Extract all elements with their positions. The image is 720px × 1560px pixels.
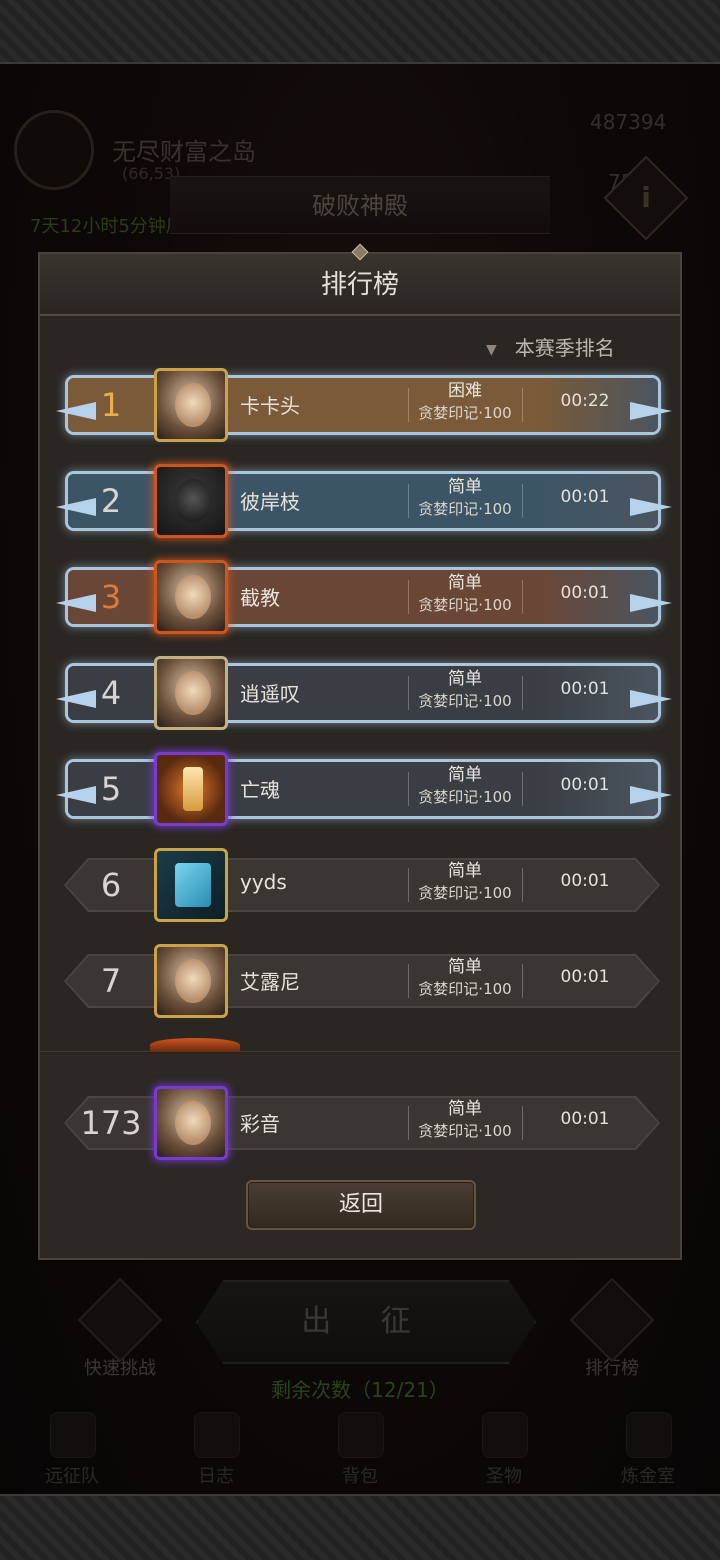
greed-mark-label: 贪婪印记·100 bbox=[418, 980, 512, 998]
player-avatar[interactable] bbox=[154, 368, 228, 442]
greed-mark-label: 贪婪印记·100 bbox=[418, 1122, 512, 1140]
player-avatar[interactable] bbox=[154, 560, 228, 634]
portrait-face bbox=[175, 575, 211, 619]
difficulty-label: 简单 bbox=[448, 957, 482, 977]
rank-number: 7 bbox=[100, 962, 122, 1000]
clear-time: 00:01 bbox=[560, 967, 610, 987]
clear-time: 00:01 bbox=[560, 775, 610, 795]
difficulty-label: 简单 bbox=[448, 1099, 482, 1119]
greed-mark-label: 贪婪印记·100 bbox=[418, 788, 512, 806]
portrait-face bbox=[175, 671, 211, 715]
self-rank-area: 173 彩音 简单 贪婪印记·100 00:01 返回 bbox=[40, 1054, 680, 1258]
greed-mark-label: 贪婪印记·100 bbox=[418, 692, 512, 710]
greed-mark-label: 贪婪印记·100 bbox=[418, 596, 512, 614]
season-rank-label: 本赛季排名 bbox=[514, 336, 615, 360]
ranking-row[interactable]: 4 逍遥叹 简单贪婪印记·100 00:01 bbox=[40, 656, 684, 730]
ranking-row[interactable]: 5 亡魂 简单贪婪印记·100 00:01 bbox=[40, 752, 684, 826]
portrait-face bbox=[175, 383, 211, 427]
rank-number: 173 bbox=[80, 1104, 142, 1142]
rank-number: 5 bbox=[100, 770, 122, 808]
modal-title: 排行榜 bbox=[40, 243, 680, 316]
player-name: 彼岸枝 bbox=[240, 490, 300, 514]
clear-time: 00:01 bbox=[560, 583, 610, 603]
difficulty-block: 简单 贪婪印记·100 bbox=[408, 1098, 522, 1142]
player-avatar[interactable] bbox=[154, 944, 228, 1018]
clear-time: 00:01 bbox=[560, 679, 610, 699]
modal-title-text: 排行榜 bbox=[320, 270, 399, 300]
difficulty-label: 简单 bbox=[448, 669, 482, 689]
clear-time: 00:01 bbox=[560, 871, 610, 891]
rank-number: 1 bbox=[100, 386, 122, 424]
ranking-row[interactable]: 2 彼岸枝 简单贪婪印记·100 00:01 bbox=[40, 464, 684, 538]
clear-time: 00:01 bbox=[560, 1109, 610, 1129]
portrait-face bbox=[175, 479, 211, 523]
player-avatar[interactable] bbox=[154, 848, 228, 922]
portrait-face bbox=[175, 863, 211, 907]
greed-mark-label: 贪婪印记·100 bbox=[418, 404, 512, 422]
clear-time: 00:22 bbox=[560, 391, 610, 411]
difficulty-block: 困难贪婪印记·100 bbox=[408, 380, 522, 424]
ranking-row[interactable]: 7 艾露尼 简单贪婪印记·100 00:01 bbox=[40, 944, 684, 1018]
rank-number: 3 bbox=[100, 578, 122, 616]
player-avatar[interactable] bbox=[154, 752, 228, 826]
player-avatar[interactable] bbox=[154, 656, 228, 730]
triangle-down-icon: ▼ bbox=[486, 341, 497, 358]
leaderboard-modal: 排行榜 ▼ 本赛季排名 1 卡卡头 困难 贪婪印记·100 00:22 2 彼岸枝 简单 贪婪印记… bbox=[38, 243, 682, 1260]
player-name: 彩音 bbox=[240, 1112, 280, 1136]
difficulty-label: 简单 bbox=[448, 765, 482, 785]
difficulty-block: 简单贪婪印记·100 bbox=[408, 476, 522, 520]
rank-number: 2 bbox=[100, 482, 122, 520]
player-name: 截教 bbox=[240, 586, 280, 610]
difficulty-label: 简单 bbox=[448, 573, 482, 593]
ranking-row[interactable]: 1 卡卡头 困难贪婪印记·100 00:22 bbox=[40, 368, 684, 442]
difficulty-block: 简单贪婪印记·100 bbox=[408, 572, 522, 616]
greed-mark-label: 贪婪印记·100 bbox=[418, 500, 512, 518]
difficulty-block: 简单贪婪印记·100 bbox=[408, 860, 522, 904]
player-avatar[interactable] bbox=[154, 1086, 228, 1160]
ranking-row[interactable]: 6 yyds 简单贪婪印记·100 00:01 bbox=[40, 848, 684, 922]
next-avatar-peek bbox=[150, 1038, 240, 1052]
difficulty-block: 简单贪婪印记·100 bbox=[408, 668, 522, 712]
rank-number: 6 bbox=[100, 866, 122, 904]
ranking-list[interactable]: ▼ 本赛季排名 1 卡卡头 困难 贪婪印记·100 00:22 2 彼岸枝 简单 贪婪印记·100… bbox=[40, 318, 680, 1052]
ranking-row[interactable]: 3 截教 简单贪婪印记·100 00:01 bbox=[40, 560, 684, 634]
difficulty-label: 困难 bbox=[448, 381, 482, 401]
season-rank-selector[interactable]: ▼ 本赛季排名 bbox=[486, 332, 615, 361]
player-avatar[interactable] bbox=[154, 464, 228, 538]
bottom-decor-bar bbox=[0, 1494, 720, 1560]
player-name: 卡卡头 bbox=[240, 394, 300, 418]
portrait-face bbox=[175, 1101, 211, 1145]
player-name: 逍遥叹 bbox=[240, 682, 300, 706]
difficulty-label: 简单 bbox=[448, 861, 482, 881]
return-button[interactable]: 返回 bbox=[246, 1180, 476, 1230]
difficulty-label: 简单 bbox=[448, 477, 482, 497]
greed-mark-label: 贪婪印记·100 bbox=[418, 884, 512, 902]
difficulty-block: 简单贪婪印记·100 bbox=[408, 764, 522, 808]
player-name: 艾露尼 bbox=[240, 970, 300, 994]
player-name: 亡魂 bbox=[240, 778, 280, 802]
portrait-face bbox=[175, 959, 211, 1003]
rank-number: 4 bbox=[100, 674, 122, 712]
portrait-face bbox=[183, 767, 203, 811]
clear-time: 00:01 bbox=[560, 487, 610, 507]
self-rank-row[interactable]: 173 彩音 简单 贪婪印记·100 00:01 bbox=[40, 1086, 684, 1160]
top-decor-bar bbox=[0, 0, 720, 64]
player-name: yyds bbox=[240, 870, 287, 894]
difficulty-block: 简单贪婪印记·100 bbox=[408, 956, 522, 1000]
